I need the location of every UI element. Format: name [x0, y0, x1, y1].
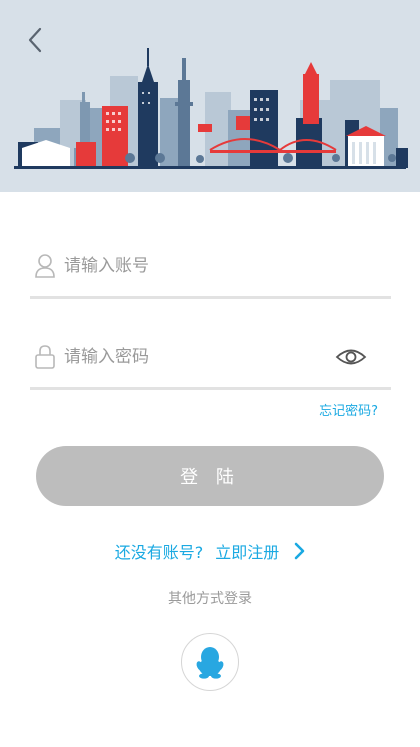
chevron-left-icon: [28, 27, 42, 53]
user-icon: [35, 254, 55, 278]
password-input[interactable]: [64, 341, 334, 373]
header-banner: [0, 0, 420, 192]
account-input[interactable]: [64, 250, 334, 282]
login-button[interactable]: 登 陆: [36, 446, 384, 506]
eye-icon: [335, 349, 367, 365]
lock-icon: [35, 345, 55, 369]
register-link[interactable]: 立即注册: [215, 539, 279, 563]
city-skyline-illustration: [14, 48, 408, 169]
register-row: 还没有账号? 立即注册: [0, 537, 420, 565]
other-login-label: 其他方式登录: [168, 591, 252, 607]
register-question: 还没有账号?: [114, 543, 204, 562]
qq-login-button[interactable]: [181, 633, 239, 691]
forgot-password-link[interactable]: 忘记密码?: [319, 400, 378, 419]
password-field: [30, 327, 391, 390]
account-field: [30, 236, 391, 299]
qq-penguin-icon: [196, 647, 224, 679]
chevron-right-icon[interactable]: [293, 542, 305, 560]
back-button[interactable]: [18, 22, 52, 58]
toggle-password-visibility[interactable]: [335, 345, 367, 369]
